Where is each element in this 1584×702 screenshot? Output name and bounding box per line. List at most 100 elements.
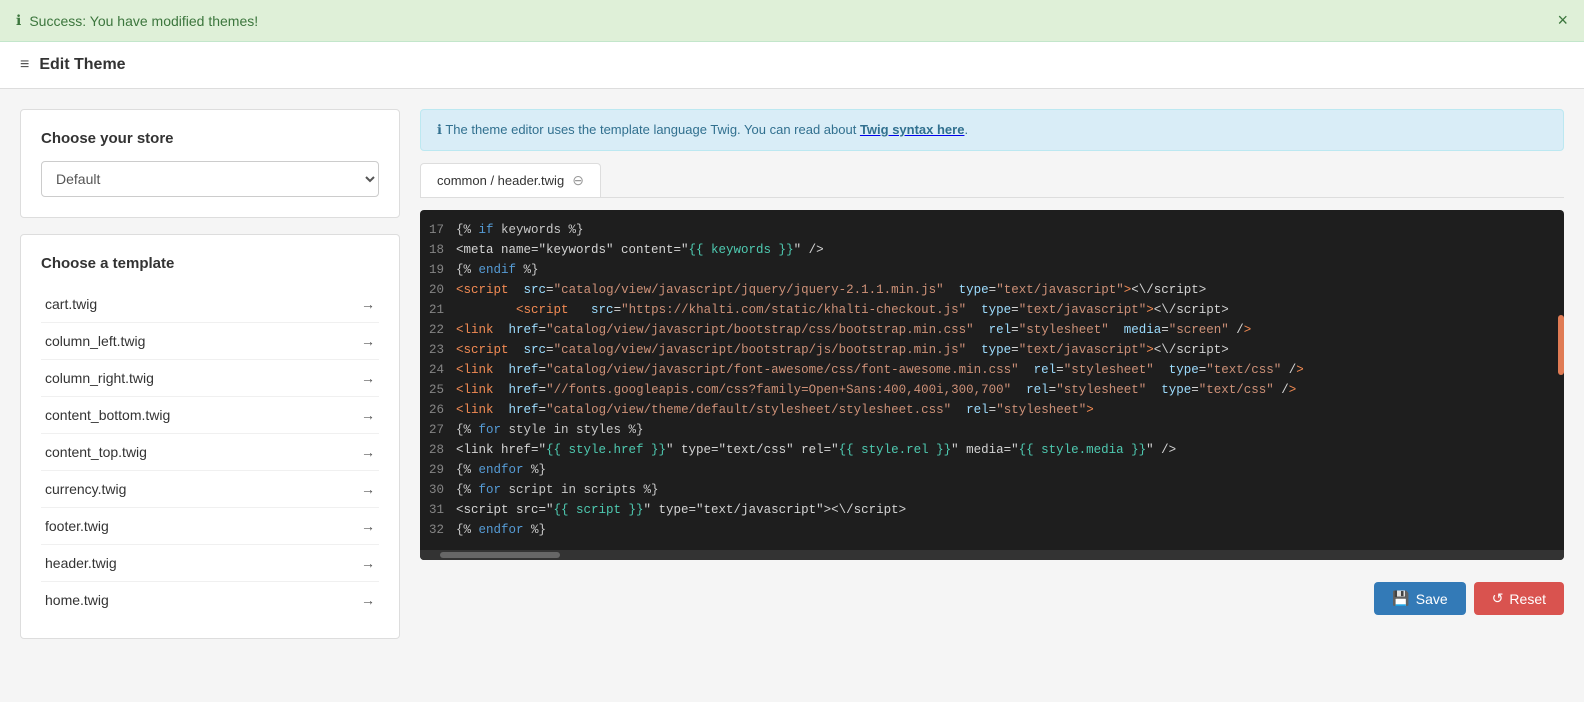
success-banner: ℹ Success: You have modified themes! ×: [0, 0, 1584, 42]
info-text: The theme editor uses the template langu…: [445, 122, 860, 137]
horizontal-scrollbar[interactable]: [420, 550, 1564, 560]
line-content: <link href="catalog/view/javascript/font…: [456, 360, 1324, 380]
code-lines: 17{% if keywords %}18<meta name="keyword…: [420, 210, 1564, 550]
line-content: {% endfor %}: [456, 460, 566, 480]
code-editor[interactable]: 17{% if keywords %}18<meta name="keyword…: [420, 210, 1564, 560]
tab-close-icon[interactable]: ⊖: [572, 172, 584, 189]
template-item[interactable]: column_left.twig →: [41, 323, 379, 360]
save-icon: 💾: [1392, 590, 1409, 607]
line-content: <link href="catalog/view/javascript/boot…: [456, 320, 1271, 340]
line-number: 32: [420, 520, 456, 540]
line-number: 18: [420, 240, 456, 260]
line-number: 21: [420, 300, 456, 320]
code-line: 18<meta name="keywords" content="{{ keyw…: [420, 240, 1564, 260]
line-content: {% for style in styles %}: [456, 420, 664, 440]
line-number: 26: [420, 400, 456, 420]
store-section-heading: Choose your store: [41, 130, 379, 147]
template-arrow-icon: →: [361, 333, 375, 349]
success-message: ℹ Success: You have modified themes!: [16, 12, 258, 29]
sidebar: Choose your store Default Choose a templ…: [20, 109, 400, 639]
template-item[interactable]: content_top.twig →: [41, 434, 379, 471]
template-arrow-icon: →: [361, 555, 375, 571]
page-header: ≡ Edit Theme: [0, 42, 1584, 89]
template-name: header.twig: [45, 555, 117, 571]
line-number: 27: [420, 420, 456, 440]
template-arrow-icon: →: [361, 296, 375, 312]
template-arrow-icon: →: [361, 518, 375, 534]
template-name: content_top.twig: [45, 444, 147, 460]
template-arrow-icon: →: [361, 444, 375, 460]
template-name: cart.twig: [45, 296, 97, 312]
store-select[interactable]: Default: [41, 161, 379, 197]
info-banner: ℹ The theme editor uses the template lan…: [420, 109, 1564, 151]
line-content: <link href="//fonts.googleapis.com/css?f…: [456, 380, 1316, 400]
template-item[interactable]: header.twig →: [41, 545, 379, 582]
template-item[interactable]: currency.twig →: [41, 471, 379, 508]
reset-button[interactable]: ↺ Reset: [1474, 582, 1564, 615]
store-section: Choose your store Default: [20, 109, 400, 218]
code-line: 25<link href="//fonts.googleapis.com/css…: [420, 380, 1564, 400]
tab-bar: common / header.twig ⊖: [420, 163, 1564, 198]
template-name: column_right.twig: [45, 370, 154, 386]
code-line: 19{% endif %}: [420, 260, 1564, 280]
info-text-after: .: [964, 122, 968, 137]
template-item[interactable]: content_bottom.twig →: [41, 397, 379, 434]
line-content: <script src="catalog/view/javascript/jqu…: [456, 280, 1226, 300]
template-list: cart.twig→column_left.twig→column_right.…: [41, 286, 379, 618]
code-line: 28<link href="{{ style.href }}" type="te…: [420, 440, 1564, 460]
code-line: 24<link href="catalog/view/javascript/fo…: [420, 360, 1564, 380]
template-name: content_bottom.twig: [45, 407, 170, 423]
success-close-button[interactable]: ×: [1557, 10, 1568, 31]
code-line: 32{% endfor %}: [420, 520, 1564, 540]
template-item[interactable]: home.twig→: [41, 582, 379, 618]
template-name: currency.twig: [45, 481, 126, 497]
line-number: 17: [420, 220, 456, 240]
line-content: {% for script in scripts %}: [456, 480, 679, 500]
code-line: 27{% for style in styles %}: [420, 420, 1564, 440]
success-icon: ℹ: [16, 12, 21, 29]
reset-label: Reset: [1509, 591, 1546, 607]
line-number: 30: [420, 480, 456, 500]
code-line: 29{% endfor %}: [420, 460, 1564, 480]
code-line: 26<link href="catalog/view/theme/default…: [420, 400, 1564, 420]
tab-label: common / header.twig: [437, 173, 564, 188]
scrollbar-indicator: [1558, 315, 1564, 375]
line-content: {% endif %}: [456, 260, 559, 280]
line-content: {% endfor %}: [456, 520, 566, 540]
line-number: 24: [420, 360, 456, 380]
code-line: 30{% for script in scripts %}: [420, 480, 1564, 500]
template-arrow-icon: →: [361, 370, 375, 386]
line-content: <link href="catalog/view/theme/default/s…: [456, 400, 1114, 420]
scrollbar-thumb: [440, 552, 560, 558]
page-title: Edit Theme: [39, 56, 125, 74]
template-arrow-icon: →: [361, 592, 375, 608]
code-line: 20<script src="catalog/view/javascript/j…: [420, 280, 1564, 300]
line-content: {% if keywords %}: [456, 220, 604, 240]
line-content: <script src="https://khalti.com/static/k…: [456, 300, 1249, 320]
save-button[interactable]: 💾 Save: [1374, 582, 1465, 615]
template-item[interactable]: column_right.twig →: [41, 360, 379, 397]
line-content: <script src="catalog/view/javascript/boo…: [456, 340, 1249, 360]
line-number: 29: [420, 460, 456, 480]
code-line: 22<link href="catalog/view/javascript/bo…: [420, 320, 1564, 340]
line-number: 25: [420, 380, 456, 400]
code-line: 31<script src="{{ script }}" type="text/…: [420, 500, 1564, 520]
twig-syntax-link-text: Twig syntax here: [860, 122, 965, 137]
line-number: 20: [420, 280, 456, 300]
line-number: 31: [420, 500, 456, 520]
tab-header-twig[interactable]: common / header.twig ⊖: [420, 163, 601, 197]
template-item[interactable]: cart.twig →: [41, 286, 379, 323]
template-arrow-icon: →: [361, 481, 375, 497]
twig-syntax-link[interactable]: Twig syntax here: [860, 122, 965, 137]
line-content: <script src="{{ script }}" type="text/ja…: [456, 500, 926, 520]
template-arrow-icon: →: [361, 407, 375, 423]
code-line: 17{% if keywords %}: [420, 220, 1564, 240]
template-item[interactable]: footer.twig→: [41, 508, 379, 545]
template-name: column_left.twig: [45, 333, 145, 349]
line-content: <meta name="keywords" content="{{ keywor…: [456, 240, 844, 260]
code-line: 23<script src="catalog/view/javascript/b…: [420, 340, 1564, 360]
code-line: 21 <script src="https://khalti.com/stati…: [420, 300, 1564, 320]
main-layout: Choose your store Default Choose a templ…: [0, 89, 1584, 659]
content-area: ℹ The theme editor uses the template lan…: [420, 109, 1564, 639]
save-label: Save: [1416, 591, 1448, 607]
